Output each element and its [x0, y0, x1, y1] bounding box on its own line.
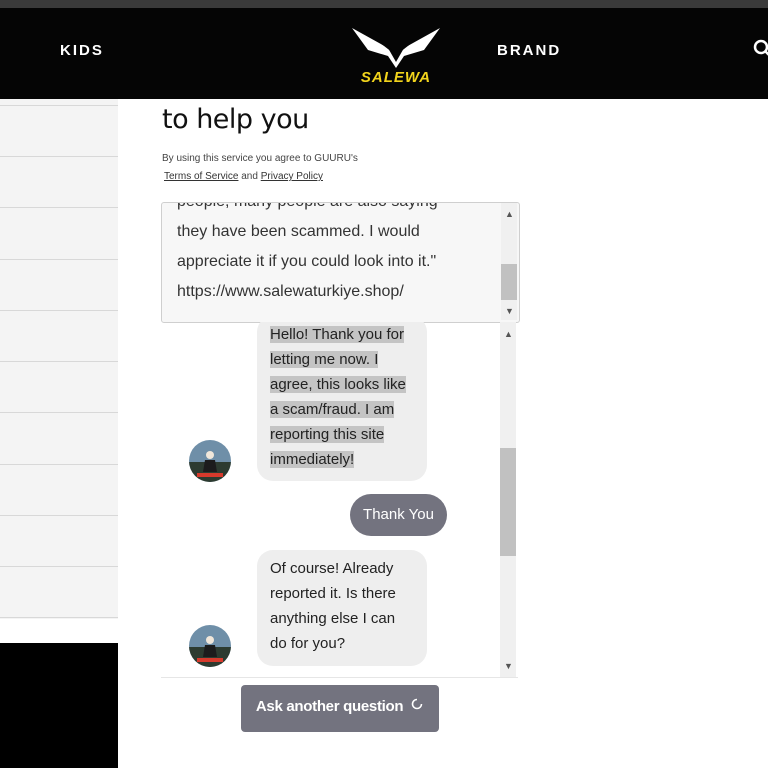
question-line: https://www.salewaturkiye.shop/	[177, 283, 404, 300]
question-text: people, many people are also saying they…	[177, 203, 495, 307]
message-line: immediately!	[270, 451, 355, 468]
menu-divider	[0, 412, 118, 413]
left-footer-block	[0, 643, 118, 768]
message-line: reporting this site	[270, 426, 385, 443]
message-line: a scam/fraud. I am	[270, 401, 395, 418]
agent-avatar	[189, 440, 231, 482]
avatar-photo-icon	[189, 625, 231, 667]
question-scrollbar-thumb[interactable]	[501, 264, 517, 300]
message-line: Hello! Thank you for	[270, 326, 404, 343]
scroll-down-arrow-icon[interactable]: ▼	[505, 307, 514, 316]
salewa-logo[interactable]: SALEWA	[348, 26, 444, 92]
avatar-photo-icon	[189, 440, 231, 482]
question-line: people, many people are also saying	[177, 203, 495, 217]
menu-divider	[0, 259, 118, 260]
nav-kids[interactable]: KIDS	[60, 42, 104, 59]
menu-divider	[0, 617, 118, 618]
ask-another-question-button[interactable]: Ask another question	[241, 685, 439, 732]
eagle-logo-icon	[352, 28, 440, 68]
terms-of-service-link[interactable]: Terms of Service	[164, 171, 238, 182]
scroll-up-arrow-icon[interactable]: ▲	[505, 210, 514, 219]
message-line: letting me now. I	[270, 351, 379, 368]
message-line: reported it. Is there	[270, 585, 396, 602]
question-scrollbar[interactable]	[501, 203, 517, 320]
help-title: to help you	[162, 104, 309, 135]
privacy-policy-link[interactable]: Privacy Policy	[261, 171, 323, 182]
terms-and: and	[241, 171, 258, 182]
menu-divider	[0, 566, 118, 567]
refresh-icon	[410, 685, 424, 729]
menu-divider	[0, 361, 118, 362]
message-line: do for you?	[270, 635, 346, 652]
agent-avatar	[189, 625, 231, 667]
user-message: Thank You	[350, 494, 447, 536]
logo-text: SALEWA	[360, 69, 432, 86]
question-line: appreciate it if you could look into it.…	[177, 253, 437, 270]
browser-top-strip	[0, 0, 768, 8]
chat-scrollbar-thumb[interactable]	[500, 448, 516, 556]
message-line: anything else I can	[270, 610, 396, 627]
agent-message: Of course! Already reported it. Is there…	[257, 550, 427, 666]
nav-brand[interactable]: BRAND	[497, 42, 561, 59]
menu-divider	[0, 310, 118, 311]
site-header: KIDS SALEWA BRAND	[0, 8, 768, 99]
scroll-down-arrow-icon[interactable]: ▼	[504, 662, 513, 671]
menu-divider	[0, 156, 118, 157]
menu-divider	[0, 207, 118, 208]
menu-divider	[0, 515, 118, 516]
ask-button-label: Ask another question	[255, 698, 404, 715]
search-icon[interactable]	[752, 38, 768, 60]
agent-message: Hello! Thank you for letting me now. I a…	[257, 322, 427, 481]
terms-notice: By using this service you agree to GUURU…	[162, 153, 358, 164]
question-textarea[interactable]: people, many people are also saying they…	[161, 202, 520, 323]
message-line: Of course! Already	[270, 560, 394, 577]
question-line: they have been scammed. I would	[177, 223, 420, 240]
menu-divider	[0, 105, 118, 106]
terms-links-line: Terms of Service and Privacy Policy	[164, 171, 323, 182]
left-menu-panel	[0, 99, 118, 619]
menu-divider	[0, 464, 118, 465]
message-line: agree, this looks like	[270, 376, 406, 393]
chat-transcript[interactable]: Hello! Thank you for letting me now. I a…	[161, 322, 518, 678]
scroll-up-arrow-icon[interactable]: ▲	[504, 330, 513, 339]
